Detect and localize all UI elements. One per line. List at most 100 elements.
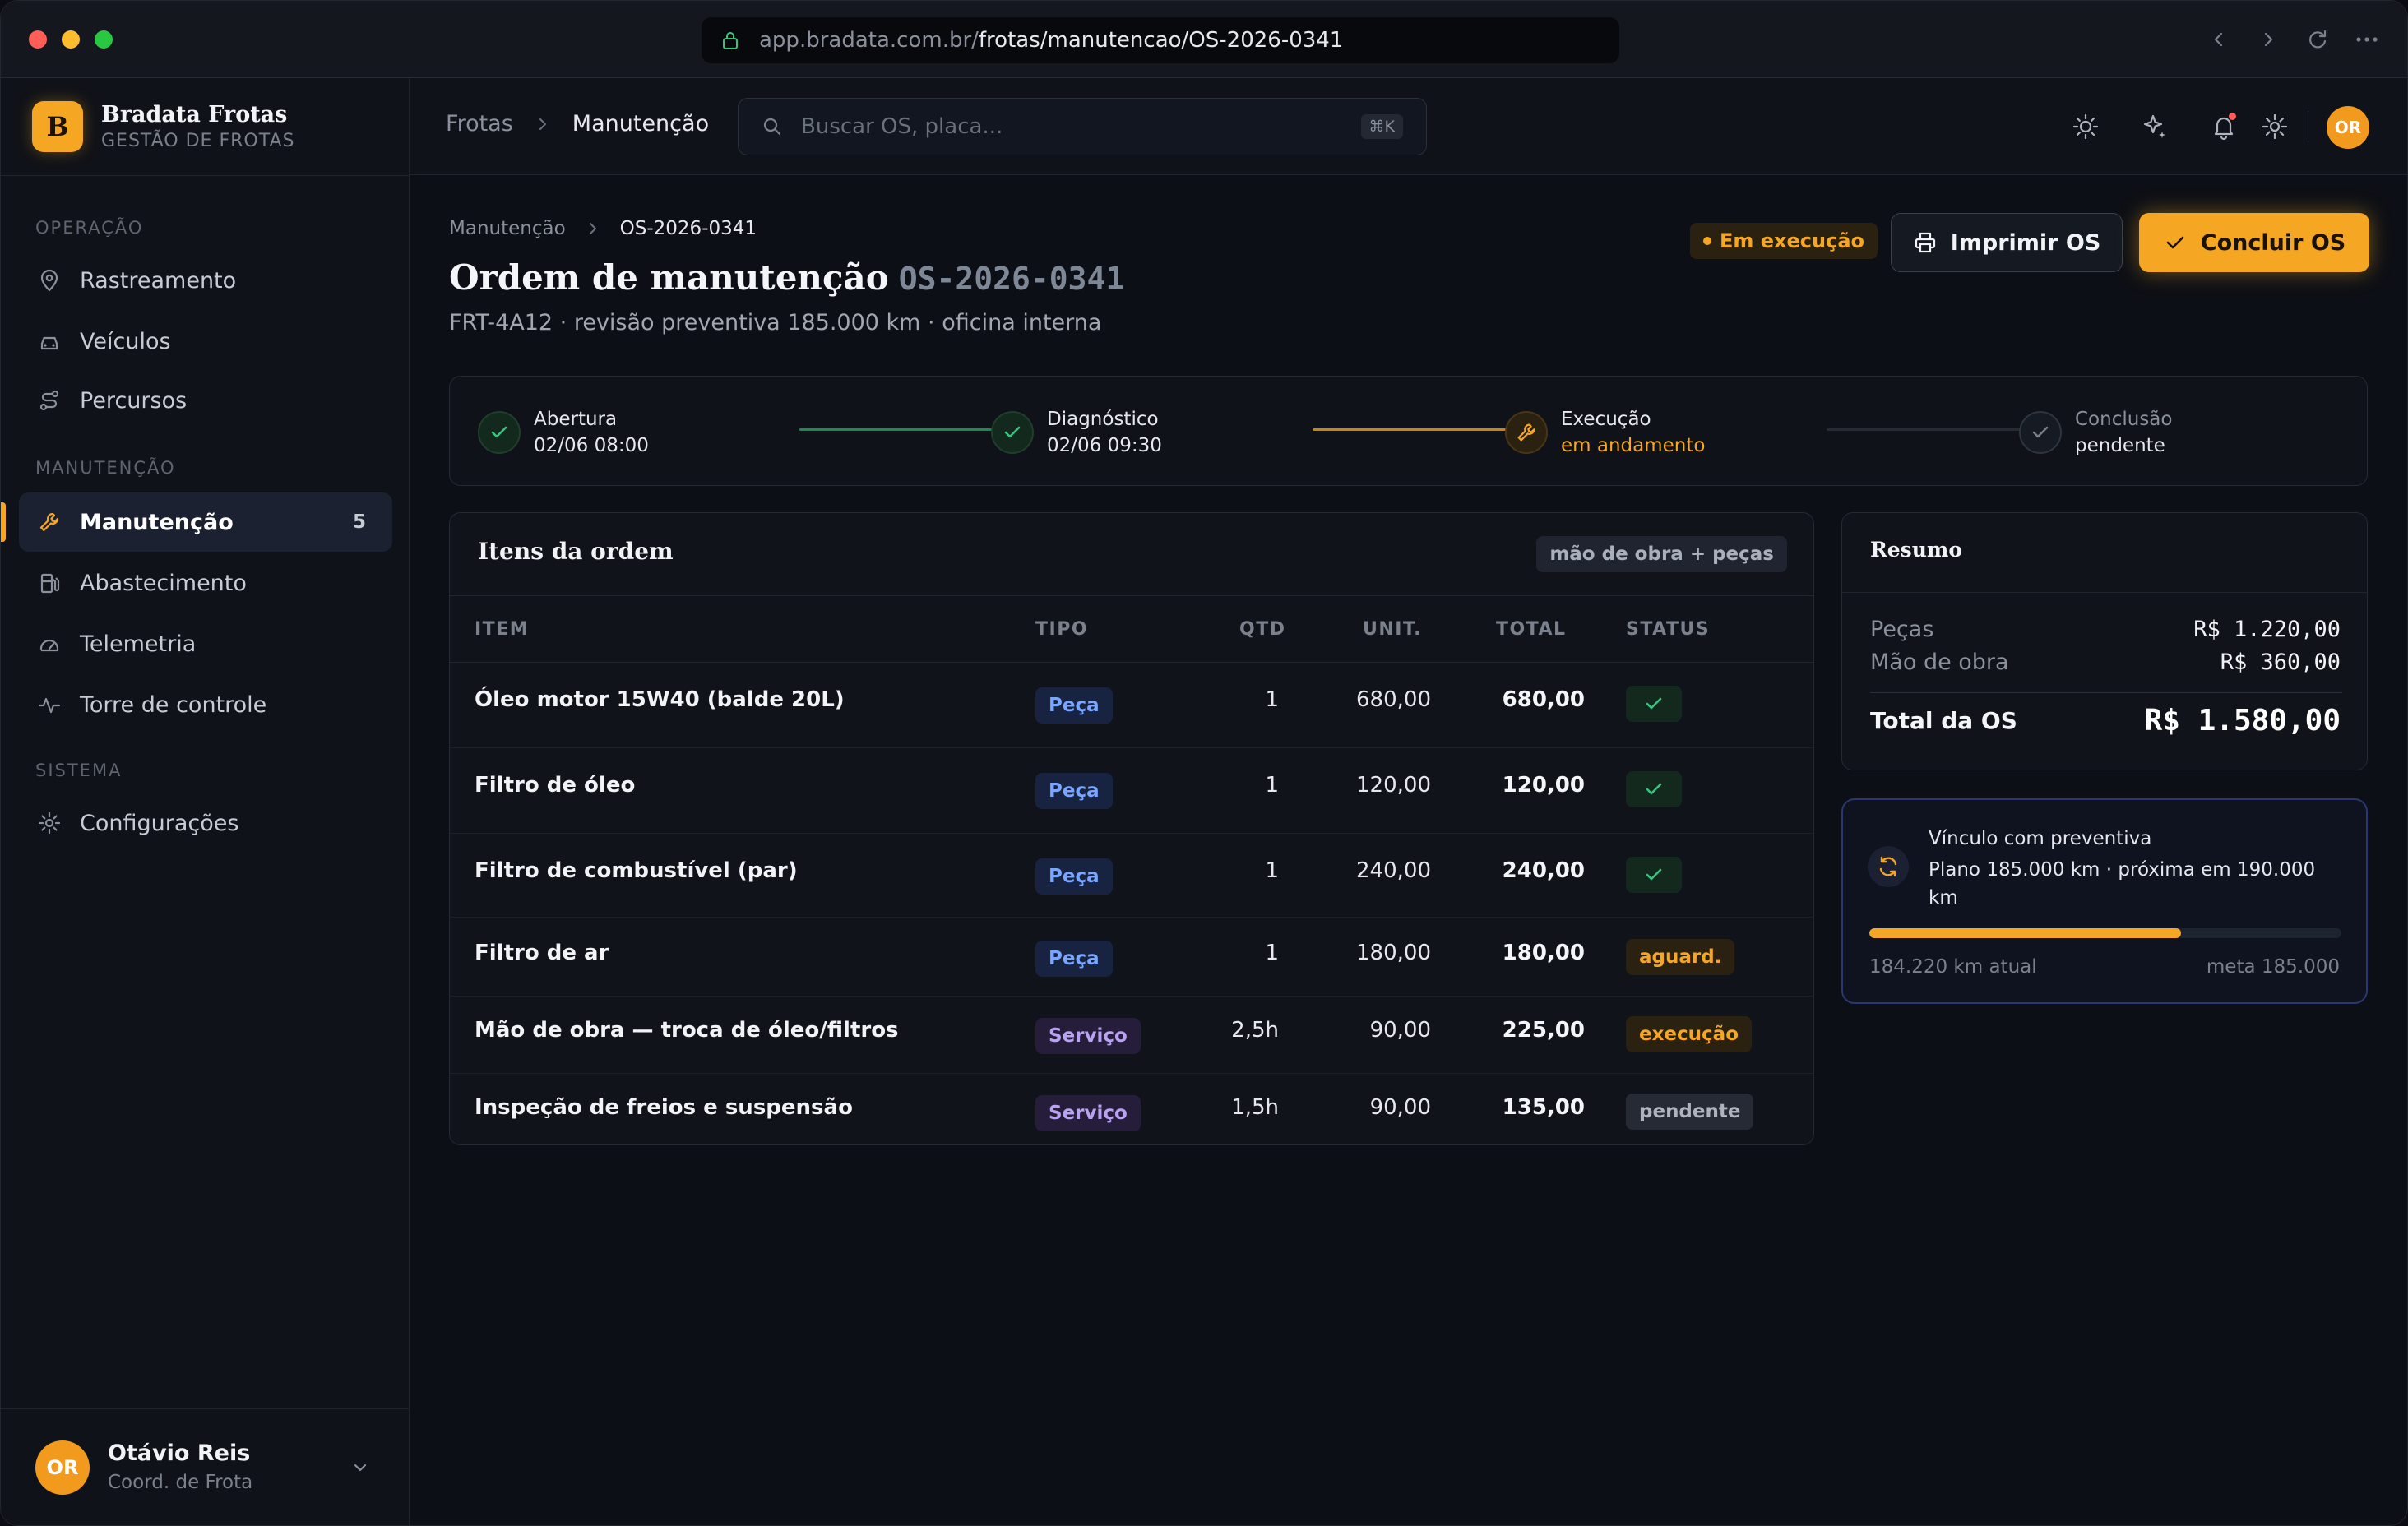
search-box[interactable]: ⌘K [738, 98, 1427, 155]
unit-price: 240,00 [1356, 858, 1431, 883]
qty: 2,5h [1231, 1018, 1279, 1043]
breadcrumb-manutencao-link[interactable]: Manutenção [449, 218, 566, 239]
unit-price: 680,00 [1356, 687, 1431, 712]
page-subtitle: FRT-4A12 · revisão preventiva 185.000 km… [449, 310, 1102, 335]
avatar: OR [35, 1440, 90, 1495]
section-sistema: SISTEMA [35, 761, 123, 780]
check-icon [991, 411, 1034, 454]
sidebar-item-label: Percursos [80, 387, 188, 414]
step-sub: pendente [2075, 435, 2165, 456]
sun-icon[interactable] [2068, 109, 2103, 144]
step-label: Diagnóstico [1047, 409, 1159, 430]
divider [1842, 592, 2367, 593]
table-row[interactable]: Inspeção de freios e suspensão Serviço 1… [450, 1074, 1813, 1144]
url-host: app.bradata.com.br/ [759, 28, 979, 53]
sidebar-item-label: Telemetria [80, 631, 197, 657]
search-input[interactable] [801, 114, 1344, 139]
sidebar-item-manutencao[interactable]: Manutenção 5 [1, 492, 392, 552]
breadcrumb-frotas[interactable]: Frotas [446, 111, 513, 136]
type-badge: Peça [1035, 687, 1113, 724]
maximize-window-button[interactable] [95, 30, 113, 49]
section-manutencao: MANUTENÇÃO [35, 458, 176, 478]
wrench-icon [1505, 411, 1548, 454]
sidebar-item-veiculos[interactable]: Veículos [19, 312, 392, 371]
minimize-window-button[interactable] [62, 30, 80, 49]
step-conclusao: Conclusão pendente [2019, 406, 2172, 459]
column-header: ITEM [475, 619, 530, 640]
order-items-card: Itens da ordem mão de obra + peças ITEM … [449, 512, 1814, 1145]
table-row[interactable]: Filtro de combustível (par) Peça 1 240,0… [450, 834, 1813, 918]
sidebar-item-torre-de-controle[interactable]: Torre de controle [19, 675, 392, 734]
qty: 1 [1265, 941, 1279, 965]
summary-parts-row: Peças R$ 1.220,00 [1870, 617, 2341, 642]
status-badge: aguard. [1626, 939, 1735, 975]
step-label: Execução [1561, 409, 1651, 430]
forward-icon[interactable] [2254, 25, 2282, 53]
app-window: app.bradata.com.br/frotas/manutencao/OS-… [0, 0, 2408, 1526]
brand[interactable]: B Bradata Frotas GESTÃO DE FROTAS [32, 101, 294, 152]
os-code: OS-2026-0341 [898, 261, 1125, 297]
table-header: ITEM TIPO QTD UNIT. TOTAL STATUS [450, 595, 1813, 663]
brand-logo: B [32, 101, 83, 152]
notification-dot [2229, 113, 2236, 120]
url-path: frotas/manutencao/OS-2026-0341 [978, 28, 1344, 53]
summary-label: Mão de obra [1870, 650, 2009, 675]
preventive-link-card[interactable]: Vínculo com preventiva Plano 185.000 km … [1841, 798, 2368, 1004]
breadcrumb-manutencao: Manutenção [572, 111, 710, 136]
link-title: Vínculo com preventiva [1929, 828, 2152, 849]
chevron-down-icon[interactable] [348, 1455, 373, 1480]
bell-icon[interactable] [2207, 109, 2241, 144]
unit-price: 90,00 [1369, 1095, 1431, 1120]
unit-price: 90,00 [1369, 1018, 1431, 1043]
main-content: Manutenção OS-2026-0341 Ordem de manuten… [410, 175, 2407, 1525]
sidebar-item-rastreamento[interactable]: Rastreamento [19, 251, 392, 310]
table-row[interactable]: Filtro de óleo Peça 1 120,00 120,00 [450, 748, 1813, 834]
step-label: Conclusão [2075, 409, 2173, 430]
step-label: Abertura [534, 409, 618, 430]
more-icon[interactable] [2353, 25, 2381, 53]
type-badge: Serviço [1035, 1095, 1141, 1131]
breadcrumb-os: OS-2026-0341 [619, 218, 757, 239]
sidebar-item-label: Manutenção [80, 509, 234, 535]
browser-chrome: app.bradata.com.br/frotas/manutencao/OS-… [1, 1, 2407, 78]
type-badge: Serviço [1035, 1018, 1141, 1054]
step-abertura: Abertura 02/06 08:00 [478, 406, 649, 459]
breadcrumb: Frotas Manutenção [446, 111, 709, 136]
table-row[interactable]: Filtro de ar Peça 1 180,00 180,00 aguard… [450, 918, 1813, 997]
sidebar-item-telemetria[interactable]: Telemetria [19, 614, 392, 673]
brand-name: Bradata Frotas [101, 102, 288, 127]
card-tag: mão de obra + peças [1536, 536, 1787, 572]
close-window-button[interactable] [29, 30, 47, 49]
address-bar[interactable]: app.bradata.com.br/frotas/manutencao/OS-… [702, 17, 1619, 63]
sidebar-item-abastecimento[interactable]: Abastecimento [19, 553, 392, 613]
table-row[interactable]: Óleo motor 15W40 (balde 20L) Peça 1 680,… [450, 663, 1813, 748]
step-diagnostico: Diagnóstico 02/06 09:30 [991, 406, 1162, 459]
gear-icon[interactable] [2258, 109, 2292, 144]
column-header: STATUS [1626, 619, 1711, 640]
item-name: Filtro de combustível (par) [475, 858, 798, 883]
summary-total-value: R$ 1.580,00 [2144, 704, 2341, 738]
table-row[interactable]: Mão de obra — troca de óleo/filtros Serv… [450, 997, 1813, 1074]
avatar[interactable]: OR [2327, 106, 2369, 149]
qty: 1 [1265, 687, 1279, 712]
user-menu[interactable]: OR Otávio Reis Coord. de Frota [1, 1408, 409, 1525]
car-icon [35, 327, 63, 355]
brand-subtitle: GESTÃO DE FROTAS [101, 131, 295, 151]
conclude-os-button[interactable]: Concluir OS [2139, 213, 2369, 272]
type-badge: Peça [1035, 941, 1113, 977]
page-title: Ordem de manutenção OS-2026-0341 [449, 257, 1124, 298]
divider [1, 175, 409, 176]
check-icon [1626, 857, 1682, 893]
card-title: Resumo [1870, 538, 1963, 562]
print-os-button[interactable]: Imprimir OS [1891, 213, 2123, 272]
reload-icon[interactable] [2304, 25, 2332, 53]
sparkle-icon[interactable] [2137, 109, 2172, 144]
status-text: Em execução [1720, 229, 1865, 252]
user-name: Otávio Reis [108, 1440, 251, 1466]
top-bar: Frotas Manutenção ⌘K OR [410, 78, 2407, 175]
sidebar-item-configuracoes[interactable]: Configurações [19, 793, 392, 853]
status-dot [1703, 237, 1711, 245]
back-icon[interactable] [2205, 25, 2233, 53]
sidebar-item-percursos[interactable]: Percursos [19, 371, 392, 430]
summary-card: Resumo Peças R$ 1.220,00 Mão de obra R$ … [1841, 512, 2368, 770]
